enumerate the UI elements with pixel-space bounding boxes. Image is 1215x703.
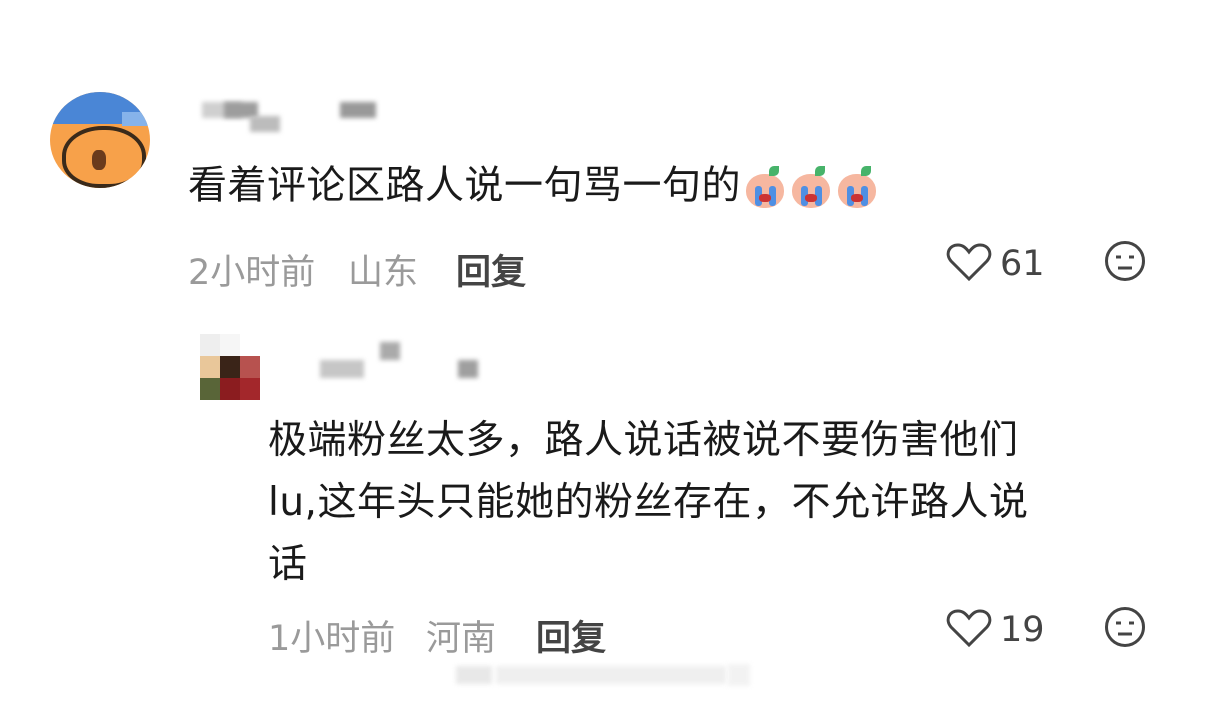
- comment-like-count: 61: [1000, 244, 1045, 284]
- neutral-face-icon[interactable]: [1104, 240, 1146, 282]
- crying-emoji-icon: [835, 166, 879, 210]
- comment-location: 山东: [348, 253, 419, 293]
- comment-body: 看着评论区路人说一句骂一句的: [188, 163, 742, 209]
- reply-text-line: lu,这年头只能她的粉丝存在，不允许路人说: [268, 480, 1029, 525]
- commenter-name-redacted[interactable]: [198, 100, 398, 140]
- comment-text: 看着评论区路人说一句骂一句的: [188, 166, 879, 210]
- heart-icon[interactable]: [946, 608, 992, 648]
- comment-time: 2小时前: [188, 253, 316, 293]
- heart-icon[interactable]: [946, 242, 992, 282]
- reply-location: 河南: [426, 619, 497, 659]
- commenter-avatar[interactable]: [50, 92, 150, 188]
- comment-reply-button[interactable]: 回复: [456, 244, 526, 295]
- replier-name-redacted[interactable]: [318, 340, 488, 380]
- neutral-face-icon[interactable]: [1104, 606, 1146, 648]
- reply-text: 极端粉丝太多，路人说话被说不要伤害他们 lu,这年头只能她的粉丝存在，不允许路人…: [268, 410, 1028, 596]
- replier-avatar[interactable]: [200, 334, 260, 400]
- reply-time: 1小时前: [268, 619, 396, 659]
- crying-emoji-icon: [789, 166, 833, 210]
- reply-text-line: 话: [268, 542, 308, 587]
- watermark: [456, 660, 756, 690]
- reply-reply-button[interactable]: 回复: [536, 610, 606, 661]
- reply-like-count: 19: [1000, 610, 1045, 650]
- crying-emoji-icon: [743, 166, 787, 210]
- reply-text-line: 极端粉丝太多，路人说话被说不要伤害他们: [268, 418, 1019, 463]
